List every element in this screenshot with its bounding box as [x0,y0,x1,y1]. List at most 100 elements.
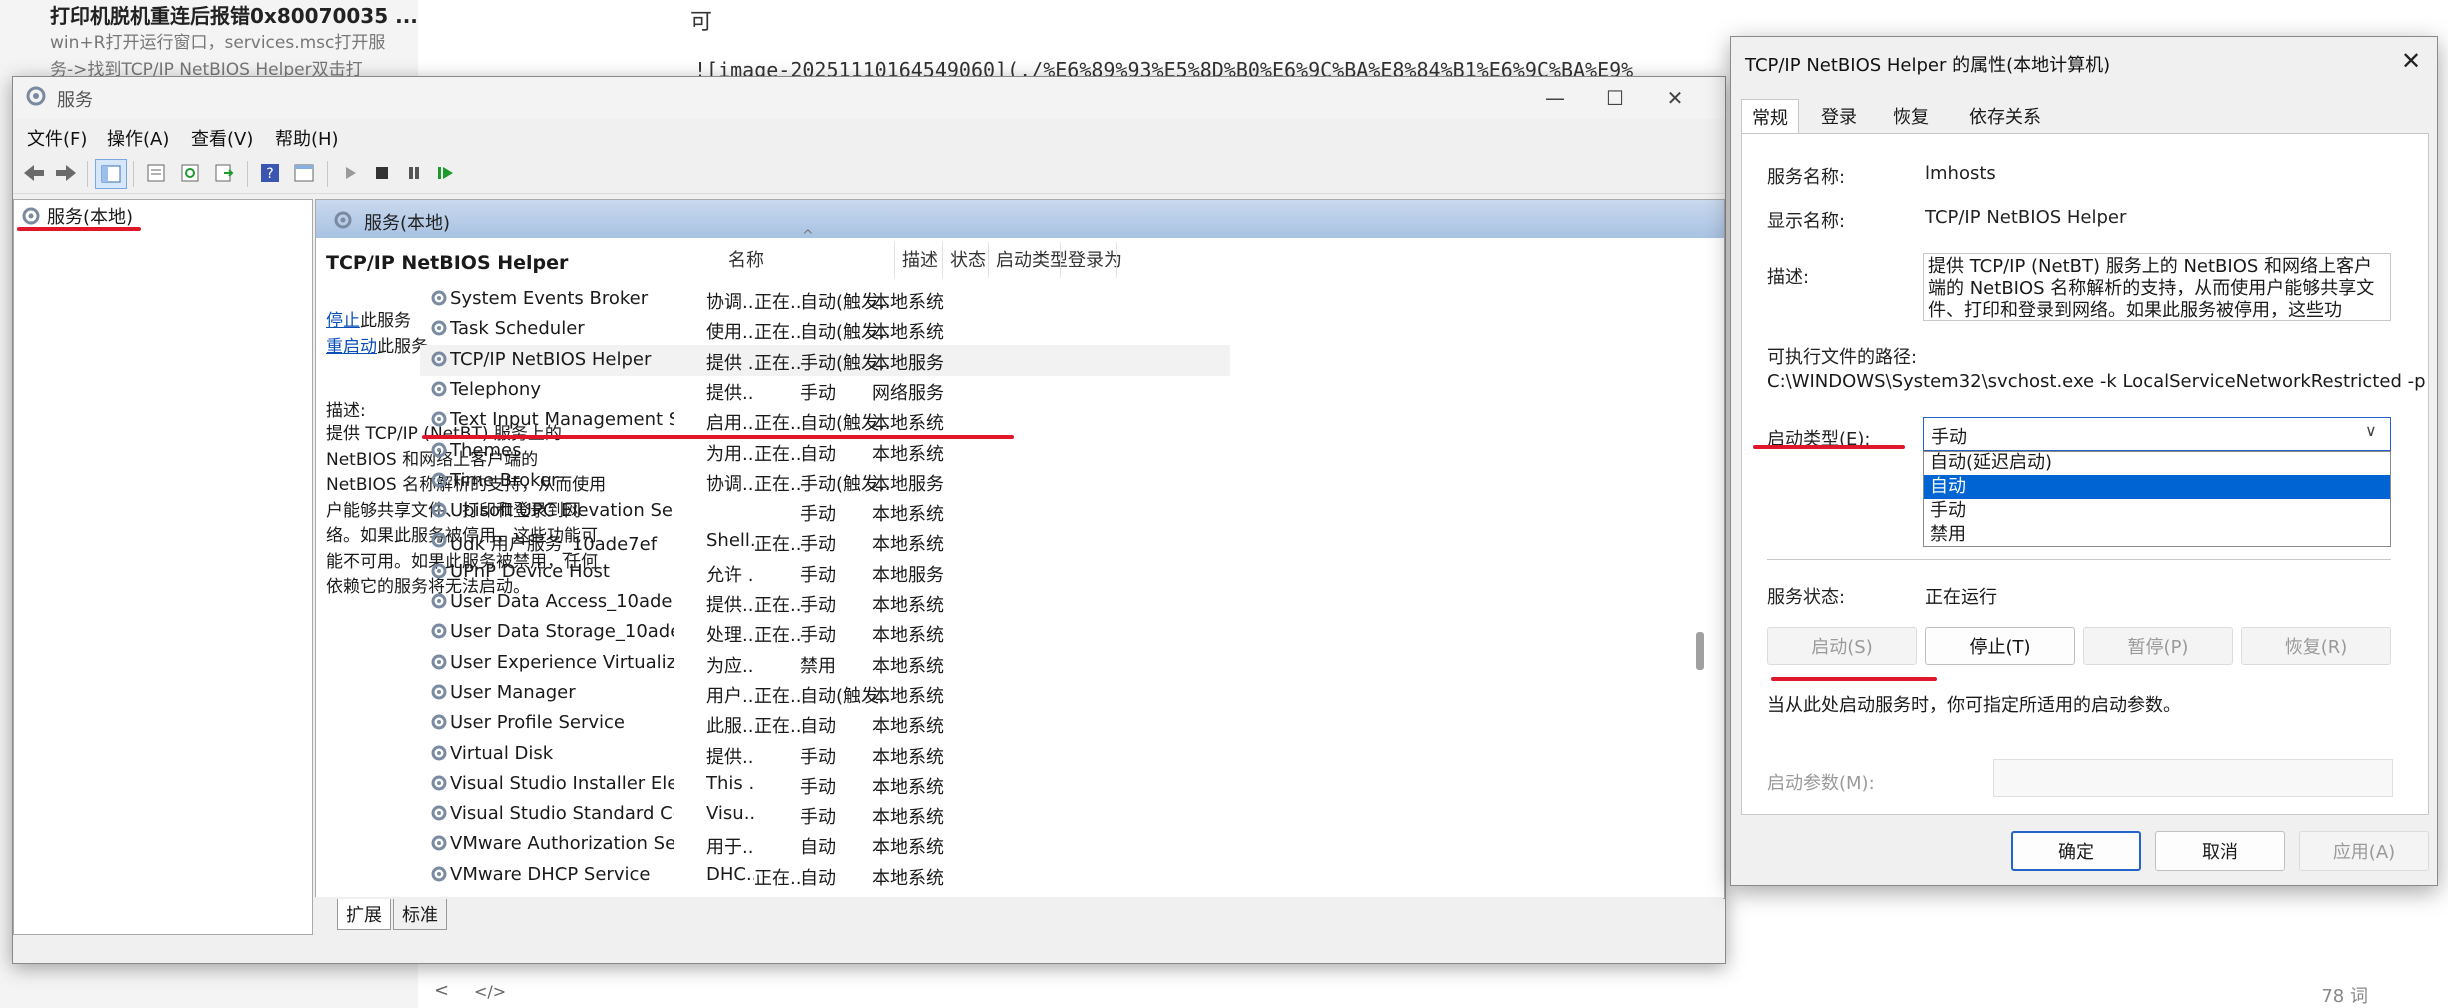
export-list-icon[interactable] [209,159,239,187]
startup-type-current: 手动 [1931,427,1967,448]
close-icon[interactable]: ✕ [2391,43,2431,79]
properties-sheet-icon[interactable] [141,159,171,187]
table-row[interactable]: Udk 用户服务_10ade7efShell...正在...手动本地系统 [420,526,1230,557]
service-logon-cell: 本地系统 [872,807,944,829]
service-name-cell: Telephony [450,378,541,400]
console-tree-pane [13,199,313,935]
back-arrow-icon[interactable] [19,159,49,187]
table-row[interactable]: Telephony 提供... 手动 网络服务 [420,375,1230,406]
startup-type-select[interactable] [1923,417,2391,451]
close-button[interactable]: ✕ [1645,77,1705,119]
table-row[interactable]: UPnP Device Host允许 ...手动本地服务 [420,557,1230,588]
maximize-button[interactable]: ☐ [1585,77,1645,119]
pause-service-icon[interactable] [399,159,429,187]
service-gear-icon [430,350,448,373]
help-icon[interactable]: ? [255,159,285,187]
minimize-button[interactable]: — [1525,77,1585,119]
menu-action[interactable]: 操作(A) [107,125,169,151]
stop-service-icon[interactable] [367,159,397,187]
services-titlebar[interactable] [13,77,1725,119]
service-status-cell: 正在... [754,625,800,647]
menu-help[interactable]: 帮助(H) [275,125,339,151]
services-window: 服务 — ☐ ✕ 文件(F) 操作(A) 查看(V) 帮助(H) ? 服务(本地… [12,76,1726,964]
display-name-label: 显示名称: [1767,211,1846,232]
service-status-cell: 正在... [754,322,800,344]
vertical-scrollbar[interactable] [1710,238,1724,898]
apply-button[interactable]: 应用(A) [2299,831,2429,871]
table-row[interactable]: Ubisoft UPC Elevation Serv...手动本地系统 [420,496,1230,527]
table-row[interactable]: TCP/IP NetBIOS Helper提供 ...正在...手动(触发...… [420,344,1230,376]
service-description-cell: 协调... [706,292,754,313]
menu-view[interactable]: 查看(V) [191,125,253,151]
executable-path-label: 可执行文件的路径: [1767,347,1918,368]
service-name-label: 服务名称: [1767,167,1846,188]
table-row[interactable]: User Data Storage_10ade7ef处理...正在...手动本地… [420,617,1230,648]
source-code-toggle-icon[interactable]: </> [474,982,506,1001]
table-row[interactable]: Visual Studio Installer Eleva... This ...… [420,769,1230,800]
article-title[interactable]: 打印机脱机重连后报错0x80070035 ... [50,0,418,29]
table-row[interactable]: User Data Access_10ade7ef提供...正在...手动本地系… [420,587,1230,618]
cancel-button[interactable]: 取消 [2155,831,2285,871]
tree-node-label: 服务(本地) [47,207,134,228]
option-disabled[interactable]: 禁用 [1924,523,2390,547]
description-textbox[interactable]: 提供 TCP/IP (NetBT) 服务上的 NetBIOS 和网络上客户端的 … [1923,253,2391,321]
tab-dependencies[interactable]: 依存关系 [1959,99,2051,133]
tab-logon[interactable]: 登录 [1811,99,1867,133]
table-row[interactable]: Virtual Disk 提供... 手动 本地系统 [420,739,1230,770]
service-name-cell: UPnP Device Host [450,560,610,582]
tab-extended[interactable]: 扩展 [337,899,391,930]
service-name-cell: Task Scheduler [450,318,585,340]
restart-service-icon[interactable] [431,159,461,187]
tree-node-services-local[interactable]: 服务(本地) [21,203,133,229]
tab-standard[interactable]: 标准 [393,899,447,930]
service-logon-cell: 本地系统 [872,655,944,677]
start-params-input[interactable] [1993,759,2393,797]
service-gear-icon [430,501,448,524]
service-gear-icon [430,380,448,403]
option-auto-delayed[interactable]: 自动(延迟启动) [1924,451,2390,475]
resume-button[interactable]: 恢复(R) [2241,627,2391,665]
service-name-value: lmhosts [1925,163,1996,184]
table-row[interactable]: User Profile Service此服...正在...自动本地系统 [420,708,1230,739]
chevron-left-icon[interactable]: < [434,980,449,1001]
table-row[interactable]: User Manager用户...正在...自动(触发...本地系统 [420,678,1230,709]
console-tree-toggle-icon[interactable] [95,159,127,189]
forward-arrow-icon[interactable] [51,159,81,187]
word-count: 78 词 [2321,986,2368,1007]
table-row[interactable]: VMware Authorization Ser...用于...自动本地系统 [420,829,1230,860]
pause-button[interactable]: 暂停(P) [2083,627,2233,665]
option-manual[interactable]: 手动 [1924,499,2390,523]
view-details-icon[interactable] [289,159,319,187]
refresh-icon[interactable] [175,159,205,187]
menu-bar [13,119,1725,149]
service-logon-cell: 本地服务 [872,473,944,495]
table-row[interactable]: System Events Broker协调...正在...自动(触发...本地… [420,284,1230,315]
toolbar-separator [327,161,328,187]
table-row[interactable]: Themes为用...正在...自动本地系统 [420,436,1230,467]
start-button[interactable]: 启动(S) [1767,627,1917,665]
table-row[interactable]: Visual Studio Standard Coll...Visu...手动本… [420,799,1230,830]
ok-button[interactable]: 确定 [2011,831,2141,871]
table-row[interactable]: Time Broker协调...正在...手动(触发...本地服务 [420,466,1230,497]
service-gear-icon [430,319,448,342]
tab-recovery[interactable]: 恢复 [1883,99,1939,133]
table-row[interactable]: Text Input Management S...启用...正在...自动(触… [420,405,1230,436]
stop-button[interactable]: 停止(T) [1925,627,2075,665]
table-row[interactable]: Task Scheduler使用...正在...自动(触发...本地系统 [420,314,1230,345]
tab-general[interactable]: 常规 [1741,99,1799,134]
table-row[interactable]: User Experience Virtualizat...为应...禁用本地系… [420,648,1230,679]
services-gear-icon [22,207,40,225]
chevron-down-icon[interactable]: ∨ [2365,421,2377,440]
table-row[interactable]: VMware DHCP ServiceDHC...正在...自动本地系统 [420,860,1230,891]
menu-file[interactable]: 文件(F) [27,125,87,151]
service-logon-cell: 本地系统 [872,685,944,707]
service-status-cell: 正在... [754,595,800,616]
scrollbar-thumb[interactable] [1696,632,1704,670]
service-name-cell: Ubisoft UPC Elevation Serv... [450,500,674,522]
service-status-cell: 正在... [754,413,800,435]
option-auto[interactable]: 自动 [1924,475,2390,499]
start-service-icon[interactable] [335,159,365,187]
service-name-cell: User Profile Service [450,712,625,734]
service-status-cell: 正在... [754,685,800,707]
service-logon-cell: 本地系统 [872,716,944,738]
